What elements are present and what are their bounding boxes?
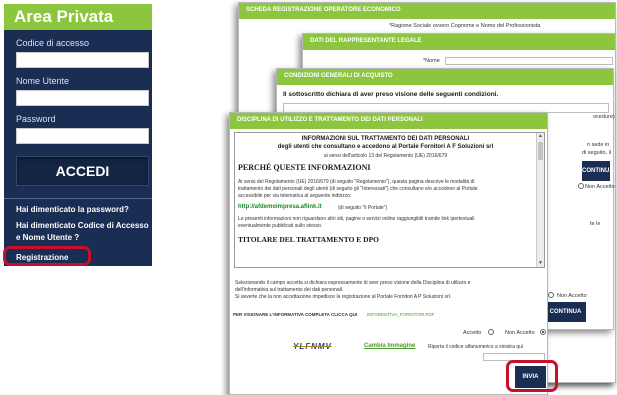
doc-para1-line3: accessibile per via telematica al seguen… [238,193,352,199]
fragment-le: te le [590,221,601,227]
accept-notice-line3: Si avverte che la non accettazione imped… [235,294,452,300]
conditions-continue-button[interactable]: CONTINUA [545,302,586,322]
win3-not-accept-label: Non Accetto [557,293,587,299]
legal-rep-title: DATI DEL RAPPRESENTANTE LEGALE [303,34,615,50]
password-label: Password [16,114,56,124]
legal-rep-continue-button[interactable]: CONTINUA [582,161,614,181]
fragment-seguito: di seguito, il [582,150,612,156]
doc-section-2: TITOLARE DEL TRATTAMENTO E DPO [238,235,380,244]
not-accept-radio[interactable] [540,329,546,335]
doc-section-1: PERCHÉ QUESTE INFORMAZIONI [238,163,371,172]
divider [4,198,152,199]
purchase-conditions-title: CONDIZIONI GENERALI DI ACQUISTO [277,69,613,85]
data-processing-title: DISCIPLINA DI UTILIZZO E TRATTAMENTO DEI… [230,113,547,129]
win3-not-accept-radio[interactable] [548,292,554,298]
doc-heading: INFORMAZIONI SUL TRATTAMENTO DEI DATI PE… [301,136,470,142]
doc-para1-line2: trattamento dei dati personali degli ute… [238,186,478,192]
captcha-image: YLFNMV [293,342,332,351]
forgot-code-link[interactable]: Hai dimenticato Codice di Accesso e Nome… [16,220,150,244]
username-label: Nome Utente [16,76,70,86]
fragment-cedure: ocedure) [593,114,615,120]
fragment-sede: n sede in [587,142,610,148]
scroll-up-icon[interactable]: ▲ [537,133,544,140]
registration-form-title: SCHEDA REGISTRAZIONE OPERATORE ECONOMICO [239,3,615,19]
login-button[interactable]: ACCEDI [16,156,149,186]
win3-not-accept-label-upper: Non Accetto [585,184,615,190]
accept-radio[interactable] [488,329,494,335]
doc-para2-line2: eventualmente pubblicati sullo stesso. [238,223,323,229]
register-highlight [3,246,91,266]
conditions-intro: Il sottoscritto dichiara di aver preso v… [283,91,499,98]
doc-para2-line1: Le presenti informazioni non riguardano … [238,216,475,222]
doc-reg-ref: ai sensi dell'articolo 13 del Regolament… [323,153,448,159]
accept-notice-line1: Selezionando il campo accetta si dichiar… [235,280,471,286]
username-input[interactable] [16,90,149,106]
accept-label: Accetto [463,330,482,336]
login-panel: Area Privata Codice di accesso Nome Uten… [4,4,152,266]
privacy-document[interactable]: INFORMAZIONI SUL TRATTAMENTO DEI DATI PE… [234,132,545,268]
submit-highlight [506,360,558,392]
data-processing-window: DISCIPLINA DI UTILIZZO E TRATTAMENTO DEI… [229,112,548,395]
change-image-link[interactable]: Cambia Immagine [364,343,415,349]
access-code-input[interactable] [16,52,149,68]
scroll-thumb[interactable] [538,142,543,160]
not-accept-label: Non Accetto [505,330,535,336]
company-name-note: *Ragione Sociale ovvero Cognome e Nome d… [389,23,541,29]
doc-portal-url[interactable]: http://afdemoimpresa.aflink.it [238,204,322,210]
scroll-down-icon[interactable]: ▼ [537,260,544,267]
forgot-password-link[interactable]: Hai dimenticato la password? [16,204,150,216]
access-code-label: Codice di accesso [16,38,90,48]
doc-subheading: degli utenti che consultano e accedono a… [277,144,494,150]
full-info-label: PER VISIONARE L'INFORMATIVA COMPLETA CLI… [233,312,358,317]
full-info-link[interactable]: INFORMATIVA_FORNITORI.PDF [367,312,435,317]
doc-para1-line1: Ai sensi del Regolamento (UE) 2016/679 (… [238,179,475,185]
accept-notice-line2: dell'informativa sul trattamento dei dat… [235,287,344,293]
password-input[interactable] [16,128,149,144]
doc-scrollbar[interactable]: ▲ ▼ [536,133,544,267]
win3-not-accept-radio-upper[interactable] [578,183,584,189]
captcha-prompt: Riporta il codice alfanumerico a sinistr… [428,344,524,350]
name-label: *Nome [423,58,440,64]
login-title: Area Privata [4,4,152,30]
doc-url-suffix: (di seguito "il Portale") [338,205,388,211]
name-input[interactable] [445,57,613,65]
